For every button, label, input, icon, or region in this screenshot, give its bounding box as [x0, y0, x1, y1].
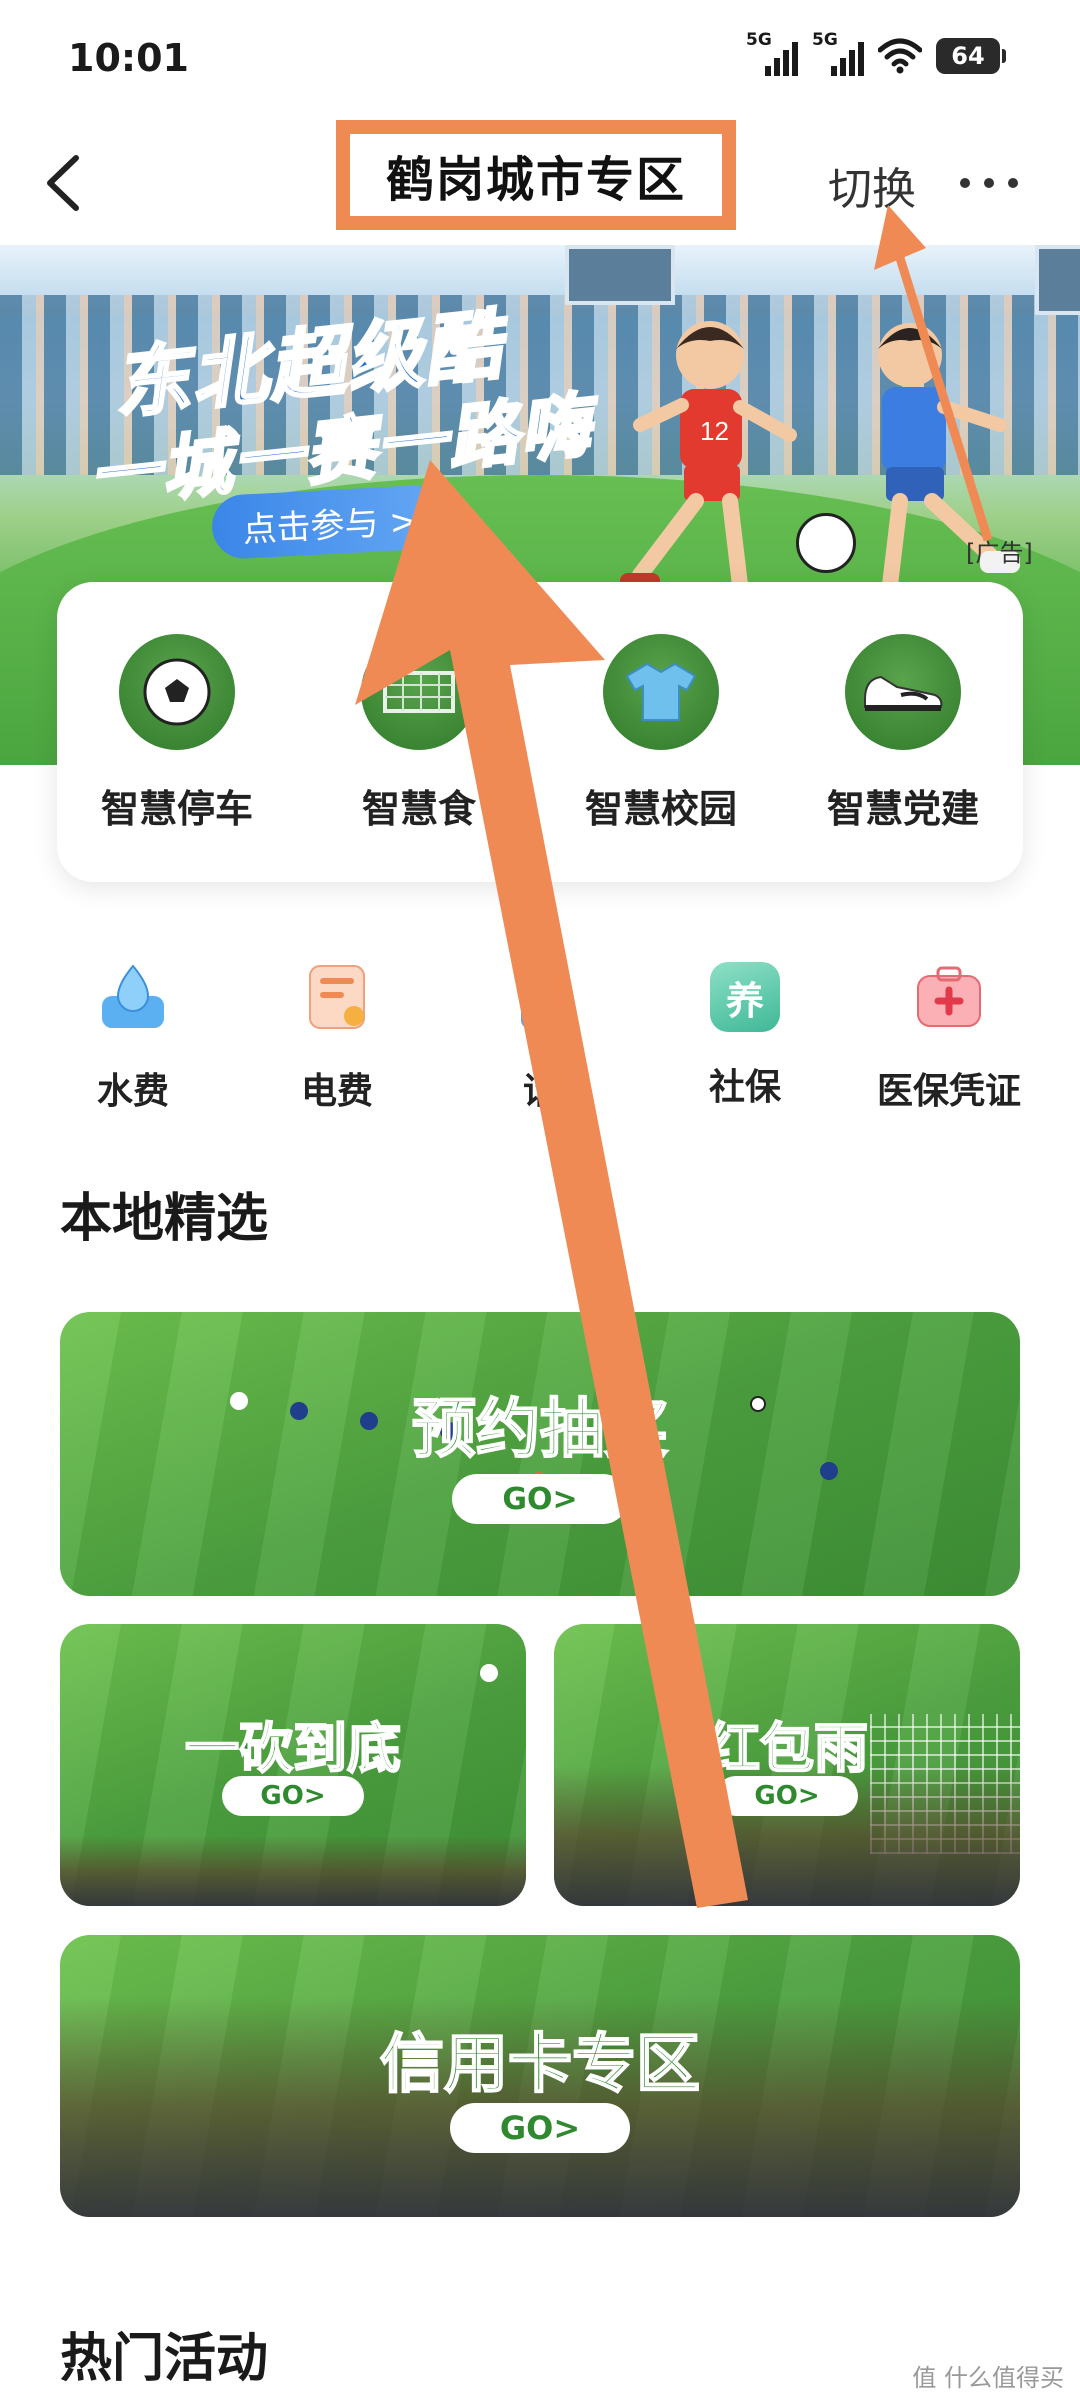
stadium-screen — [1035, 245, 1080, 315]
sneaker-icon — [845, 634, 961, 750]
service-smart-party[interactable]: 智慧党建 — [803, 634, 1003, 833]
soccer-ball-illustration — [796, 513, 856, 573]
tile-title: 一砍到底 — [184, 1716, 402, 1781]
player-blue-illustration — [870, 323, 1020, 605]
service-label: 智慧党建 — [826, 787, 979, 831]
utility-label: 水费 — [96, 1071, 169, 1112]
tile-go-button[interactable]: GO> — [452, 1474, 628, 1524]
utility-label: 电费 — [300, 1071, 373, 1112]
utility-electric[interactable]: 电费 — [252, 962, 422, 1114]
pension-icon-char: 养 — [725, 978, 764, 1023]
service-smart-campus[interactable]: 智慧校园 — [561, 634, 761, 833]
water-drop-icon — [102, 964, 164, 1028]
tile-lottery[interactable]: 预约抽奖 GO> — [60, 1312, 1020, 1596]
phone-bill-icon — [521, 965, 561, 1029]
soccer-ball-icon — [119, 634, 235, 750]
utility-phone[interactable]: 话 — [456, 962, 626, 1114]
wifi-icon — [878, 38, 922, 74]
svg-text:12: 12 — [700, 416, 729, 446]
tile-go-button[interactable]: GO> — [450, 2103, 630, 2153]
utility-social-security[interactable]: 养 社保 — [660, 962, 830, 1110]
tile-title: 信用卡专区 — [379, 2027, 701, 2103]
utility-water[interactable]: 水费 — [48, 962, 218, 1114]
status-time: 10:01 — [68, 36, 189, 80]
goal-net-icon — [361, 634, 477, 750]
signal-icon: 5G — [746, 30, 798, 76]
tile-title: 预约抽奖 — [411, 1392, 669, 1468]
switch-city-button[interactable]: 切换 — [828, 153, 916, 217]
utility-medical-voucher[interactable]: 医保凭证 — [864, 962, 1034, 1114]
page-title: 鹤岗城市专区 — [385, 152, 686, 208]
stadium-screen — [565, 245, 675, 305]
service-label: 智慧食 — [361, 787, 476, 831]
banner-join-button[interactable]: 点击参与 > — [210, 483, 450, 561]
services-card: 智慧停车 智慧食 智慧校园 智慧党建 — [57, 582, 1023, 882]
utility-label: 话 — [522, 1071, 559, 1112]
tile-title: 红包雨 — [705, 1716, 869, 1781]
battery-icon: 64 — [936, 38, 1006, 74]
service-smart-parking[interactable]: 智慧停车 — [77, 634, 277, 833]
utility-label: 社保 — [708, 1067, 781, 1108]
status-bar: 10:01 5G 5G 64 — [0, 0, 1080, 120]
section-title-local-picks: 本地精选 — [60, 1189, 269, 1249]
electric-bill-icon — [309, 965, 365, 1029]
service-label: 智慧停车 — [100, 787, 253, 831]
tile-bargain[interactable]: 一砍到底 GO> — [60, 1624, 526, 1906]
utility-label: 医保凭证 — [876, 1071, 1021, 1112]
jersey-icon — [603, 634, 719, 750]
service-label: 智慧校园 — [584, 787, 737, 831]
tile-credit-card-zone[interactable]: 信用卡专区 GO> — [60, 1935, 1020, 2217]
status-icons: 5G 5G 64 — [746, 30, 1006, 76]
service-smart-food[interactable]: 智慧食 — [319, 634, 519, 833]
tile-go-button[interactable]: GO> — [222, 1776, 364, 1816]
tile-red-packet-rain[interactable]: 红包雨 GO> — [554, 1624, 1020, 1906]
nav-bar: 鹤岗城市专区 切换 — [0, 120, 1080, 245]
player-red-illustration: 12 — [620, 321, 797, 607]
pension-icon: 养 — [710, 962, 780, 1032]
page-title-highlight: 鹤岗城市专区 — [336, 120, 736, 230]
watermark: 值 什么值得买 — [912, 2364, 1064, 2392]
medical-kit-icon — [917, 966, 981, 1027]
ad-tag: [广告] — [966, 539, 1033, 567]
section-title-hot-events: 热门活动 — [60, 2329, 269, 2389]
tile-go-button[interactable]: GO> — [716, 1776, 858, 1816]
more-dots-icon[interactable] — [960, 178, 1018, 188]
signal-icon: 5G — [812, 30, 864, 76]
chevron-left-icon[interactable] — [36, 150, 96, 216]
